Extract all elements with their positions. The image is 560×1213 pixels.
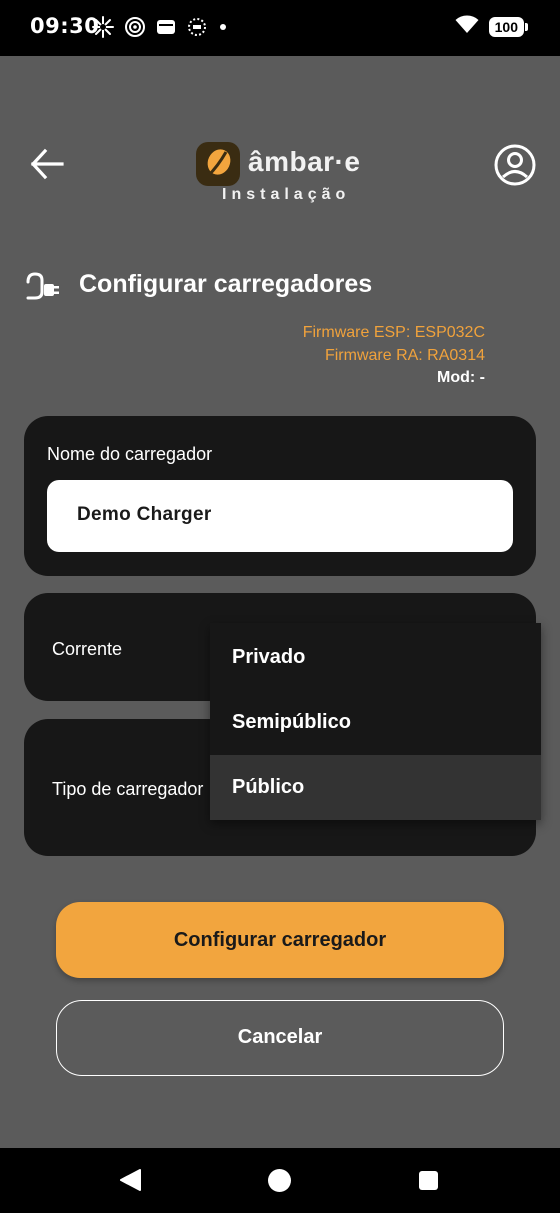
cancel-button[interactable]: Cancelar (56, 1000, 504, 1076)
brand-logo-icon (196, 142, 240, 186)
status-bar: 09:30 100 (0, 0, 560, 56)
brand-name: âmbar·e (248, 146, 361, 177)
firmware-esp: Firmware ESP: ESP032C (302, 324, 485, 341)
ev-plug-icon (24, 270, 60, 302)
charger-type-label: Tipo de carregador (52, 779, 204, 799)
dropdown-option-privado[interactable]: Privado (210, 625, 541, 690)
page-title: Configurar carregadores (79, 270, 373, 298)
current-label: Corrente (52, 639, 123, 659)
status-time: 09:30 (30, 14, 100, 38)
status-icons-right: 100 (455, 14, 529, 39)
back-button[interactable] (28, 144, 68, 184)
configure-charger-button[interactable]: Configurar carregador (56, 902, 504, 978)
firmware-ra: Firmware RA: RA0314 (324, 347, 485, 364)
charger-name-input[interactable]: Demo Charger (47, 480, 513, 552)
dropdown-option-semipublico[interactable]: Semipúblico (210, 690, 541, 755)
dropdown-option-publico[interactable]: Público (210, 755, 541, 820)
brand-subtitle: Instalação (222, 186, 351, 203)
charger-type-dropdown-menu: Privado Semipúblico Público (210, 623, 541, 820)
nav-home-icon[interactable] (268, 1169, 291, 1192)
charger-name-card: Nome do carregador Demo Charger (24, 416, 536, 576)
profile-button[interactable] (493, 143, 537, 187)
system-nav-bar (0, 1148, 560, 1213)
nav-back-icon[interactable] (118, 1168, 142, 1192)
firmware-mod: Mod: - (437, 369, 485, 386)
wifi-icon (455, 14, 479, 39)
sparkle-icon (92, 16, 114, 43)
battery-icon: 100 (488, 16, 529, 37)
account-circle-icon (494, 144, 536, 186)
wallet-icon (156, 18, 176, 41)
dot-icon (218, 16, 228, 43)
nav-recents-icon[interactable] (419, 1171, 438, 1190)
status-icons-left (92, 16, 228, 43)
charger-name-label: Nome do carregador (47, 444, 213, 464)
target-icon (124, 16, 146, 43)
arrow-left-icon (30, 148, 64, 180)
dotted-circle-icon (186, 16, 208, 43)
